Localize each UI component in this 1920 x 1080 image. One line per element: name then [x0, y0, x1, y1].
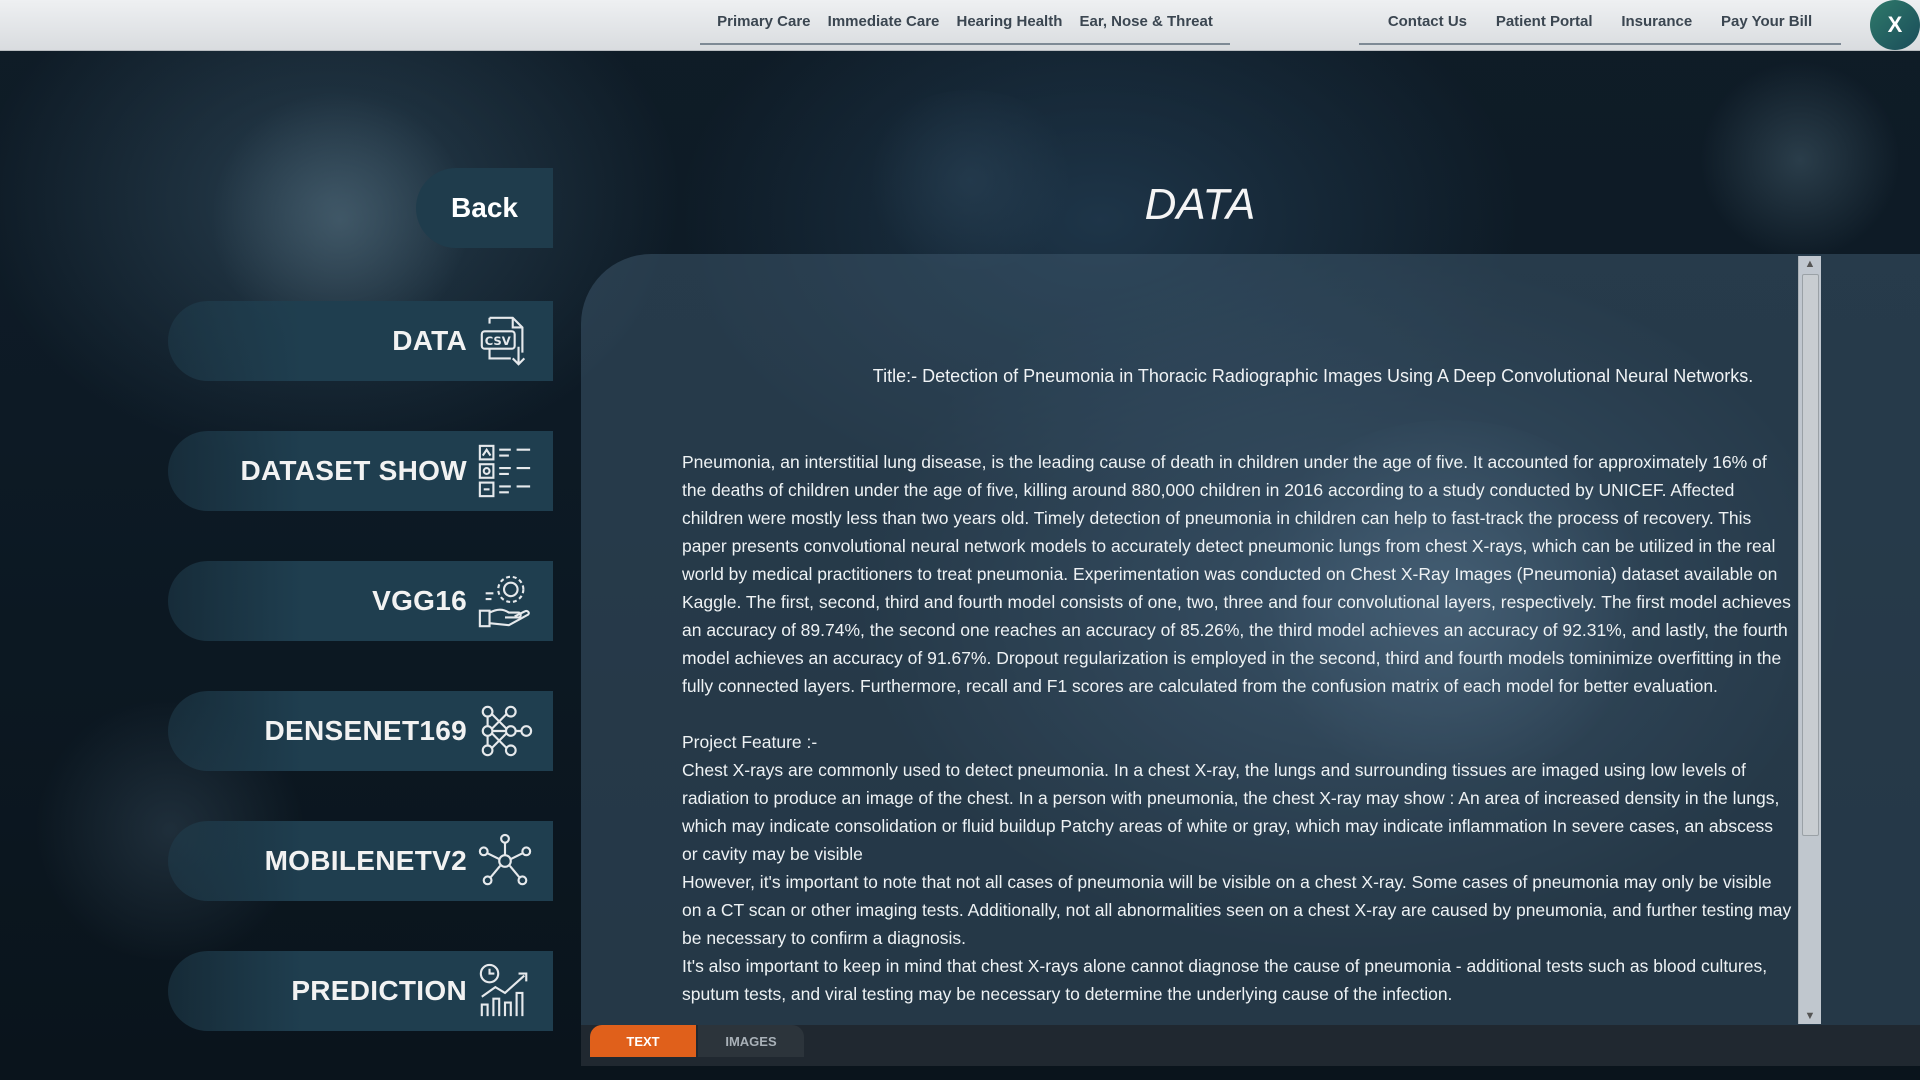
- top-nav-bar: Primary Care Immediate Care Hearing Heal…: [0, 0, 1920, 51]
- feature-heading: Project Feature :-: [682, 732, 818, 752]
- menu-vgg16-label: VGG16: [372, 585, 467, 616]
- nav-link-patient-portal[interactable]: Patient Portal: [1496, 13, 1593, 30]
- document-title: Title:- Detection of Pneumonia in Thorac…: [872, 366, 1754, 386]
- hand-gear-icon: [475, 571, 535, 631]
- nav-link-insurance[interactable]: Insurance: [1621, 13, 1692, 30]
- menu-vgg16-button[interactable]: VGG16: [168, 561, 553, 641]
- chart-growth-icon: [475, 961, 535, 1021]
- abstract-paragraph: Pneumonia, an interstitial lung disease,…: [682, 452, 1791, 696]
- vertical-scrollbar[interactable]: ▲ ▼: [1798, 256, 1821, 1024]
- menu-dataset-show-button[interactable]: DATASET SHOW: [168, 431, 553, 511]
- tab-images[interactable]: IMAGES: [698, 1025, 804, 1057]
- feature-paragraph: Chest X-rays are commonly used to detect…: [682, 760, 1780, 864]
- text-viewport: Title:- Detection of Pneumonia in Thorac…: [581, 254, 1801, 1024]
- menu-data-label: DATA: [392, 325, 467, 356]
- nav-link-pay-your-bill[interactable]: Pay Your Bill: [1721, 13, 1812, 30]
- scroll-up-arrow-icon[interactable]: ▲: [1799, 256, 1821, 272]
- nav-link-hearing-health[interactable]: Hearing Health: [957, 13, 1063, 30]
- network-nodes-icon: [475, 701, 535, 761]
- hub-nodes-icon: [475, 831, 535, 891]
- menu-densenet169-button[interactable]: DENSENET169: [168, 691, 553, 771]
- document-body: Pneumonia, an interstitial lung disease,…: [682, 448, 1792, 1008]
- scrollbar-thumb[interactable]: [1802, 274, 1819, 836]
- feature-paragraph: It's also important to keep in mind that…: [682, 956, 1768, 1004]
- menu-mobilenetv2-button[interactable]: MOBILENETV2: [168, 821, 553, 901]
- primary-nav: Primary Care Immediate Care Hearing Heal…: [700, 0, 1230, 45]
- svg-text:CSV: CSV: [485, 334, 511, 348]
- content-panel: Title:- Detection of Pneumonia in Thorac…: [581, 254, 1920, 1066]
- page-title: DATA: [1144, 180, 1256, 229]
- menu-dataset-show-label: DATASET SHOW: [240, 455, 467, 486]
- feature-paragraph: However, it's important to note that not…: [682, 872, 1792, 948]
- virus-background-blob: [1700, 60, 1900, 260]
- menu-data-button[interactable]: DATA CSV: [168, 301, 553, 381]
- csv-file-icon: CSV: [475, 311, 535, 371]
- menu-prediction-label: PREDICTION: [291, 975, 467, 1006]
- menu-densenet169-label: DENSENET169: [264, 715, 467, 746]
- list-checklist-icon: [475, 441, 535, 501]
- scroll-down-arrow-icon[interactable]: ▼: [1799, 1008, 1821, 1024]
- nav-link-immediate-care[interactable]: Immediate Care: [828, 13, 940, 30]
- nav-link-contact-us[interactable]: Contact Us: [1388, 13, 1467, 30]
- close-button[interactable]: X: [1870, 0, 1920, 50]
- menu-prediction-button[interactable]: PREDICTION: [168, 951, 553, 1031]
- secondary-nav: Contact Us Patient Portal Insurance Pay …: [1359, 0, 1841, 45]
- back-button[interactable]: Back: [416, 168, 553, 248]
- tab-text[interactable]: TEXT: [590, 1025, 696, 1057]
- nav-link-primary-care[interactable]: Primary Care: [717, 13, 810, 30]
- nav-link-ear-nose-threat[interactable]: Ear, Nose & Threat: [1079, 13, 1212, 30]
- menu-mobilenetv2-label: MOBILENETV2: [264, 845, 467, 876]
